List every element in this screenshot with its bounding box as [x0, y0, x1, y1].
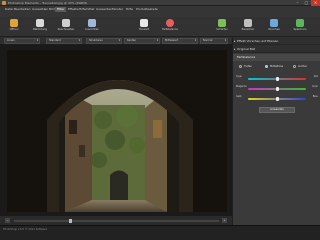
chevron-down-icon: ▾	[78, 39, 80, 42]
options-bar: Linien ▾ Standard ▾ Strukturen ▾ Kanten ▾ Mi…	[0, 37, 232, 45]
noise-icon	[244, 19, 252, 27]
zoom-in-button[interactable]: +	[222, 218, 227, 223]
option-dropdown-2[interactable]: Standard ▾	[46, 38, 82, 44]
section-color-balance[interactable]: Farbbalance	[233, 54, 320, 61]
footer-bar: PhotoShop v.5.0 © 2011 Software	[0, 225, 320, 240]
photo-alley-archway[interactable]	[7, 50, 227, 212]
yellow-blue-slider[interactable]	[248, 97, 306, 101]
tool-color-balance[interactable]: Farbbalance	[158, 19, 182, 35]
levels-icon	[140, 19, 148, 27]
radio-midtones[interactable]	[265, 65, 268, 68]
radio-highlights[interactable]	[293, 65, 296, 68]
image-canvas[interactable]	[0, 45, 232, 215]
option-dropdown-4[interactable]: Kanten ▾	[124, 38, 160, 44]
tool-open[interactable]: Öffnen	[2, 19, 26, 35]
footer-copyright: PhotoShop v.5.0 © 2011 Software	[3, 228, 48, 231]
adjustment-panel: ▸ Effekt Vorschau auf Ebenen ▸ Original Bi…	[232, 37, 320, 225]
save-icon	[296, 19, 304, 27]
menu-window[interactable]: Fenster	[110, 7, 125, 12]
tool-save[interactable]: Speichern	[288, 19, 312, 35]
cyan-red-slider[interactable]	[248, 77, 306, 81]
option-dropdown-1[interactable]: Linien ▾	[4, 38, 40, 44]
crop-icon	[62, 19, 70, 27]
option-dropdown-5[interactable]: Mittelwert ▾	[162, 38, 198, 44]
menu-products[interactable]: Produktpakete	[134, 7, 160, 12]
tone-range-radios: Tiefen Mitteltöne Lichter	[239, 64, 319, 70]
preview-icon	[270, 19, 278, 27]
apply-button[interactable]: Anwenden	[259, 107, 295, 113]
zoom-slider-handle[interactable]	[68, 219, 72, 223]
slider-cyan-red: Cyan Rot	[236, 75, 320, 83]
chevron-right-icon: ▸	[234, 47, 236, 51]
slider-handle[interactable]	[275, 87, 279, 91]
zoom-slider[interactable]	[14, 219, 219, 223]
tool-exposure[interactable]: Belichtung	[28, 19, 52, 35]
tool-levels[interactable]: Tonwert	[132, 19, 156, 35]
zoom-out-button[interactable]: −	[5, 218, 10, 223]
chevron-right-icon: ▸	[234, 39, 236, 43]
slider-magenta-green: Magenta Grün	[236, 85, 320, 93]
chevron-down-icon: ▾	[36, 39, 38, 42]
chevron-down-icon: ▾	[194, 39, 196, 42]
main-toolbar: Öffnen Belichtung Zuschneiden Ausrichten…	[0, 17, 320, 37]
magenta-green-slider[interactable]	[248, 87, 306, 91]
menu-filter[interactable]: Filter	[55, 7, 67, 12]
exposure-icon	[36, 19, 44, 27]
app-logo-icon	[2, 1, 6, 5]
color-wheel-icon	[166, 19, 174, 27]
tool-straighten[interactable]: Ausrichten	[80, 19, 104, 35]
slider-handle[interactable]	[275, 77, 279, 81]
chevron-down-icon: ▾	[118, 39, 120, 42]
tool-noise[interactable]: Rauschen	[236, 19, 260, 35]
tool-sharpen[interactable]: Schärfen	[210, 19, 234, 35]
panel-tab-original-image[interactable]: ▸ Original Bild	[233, 45, 320, 53]
menu-bar: Datei Bearbeiten Auswählen Bild Filter E…	[0, 6, 320, 17]
option-dropdown-6[interactable]: Normal ▾	[200, 38, 228, 44]
rotate-icon	[88, 19, 96, 27]
window-title: Photoshop Elements – Tunnelbild.jpg @ 43…	[8, 1, 88, 5]
sharpen-icon	[218, 19, 226, 27]
option-dropdown-3[interactable]: Strukturen ▾	[86, 38, 122, 44]
radio-shadows[interactable]	[239, 65, 242, 68]
tool-preview[interactable]: Vorschau	[262, 19, 286, 35]
folder-icon	[10, 19, 18, 27]
slider-handle[interactable]	[275, 97, 279, 101]
tool-crop[interactable]: Zuschneiden	[54, 19, 78, 35]
chevron-down-icon: ▾	[156, 39, 158, 42]
slider-yellow-blue: Gelb Blau	[236, 95, 320, 103]
panel-tab-effect-preview[interactable]: ▸ Effekt Vorschau auf Ebenen	[233, 37, 320, 45]
status-bar: − +	[0, 215, 232, 225]
chevron-down-icon: ▾	[224, 39, 226, 42]
